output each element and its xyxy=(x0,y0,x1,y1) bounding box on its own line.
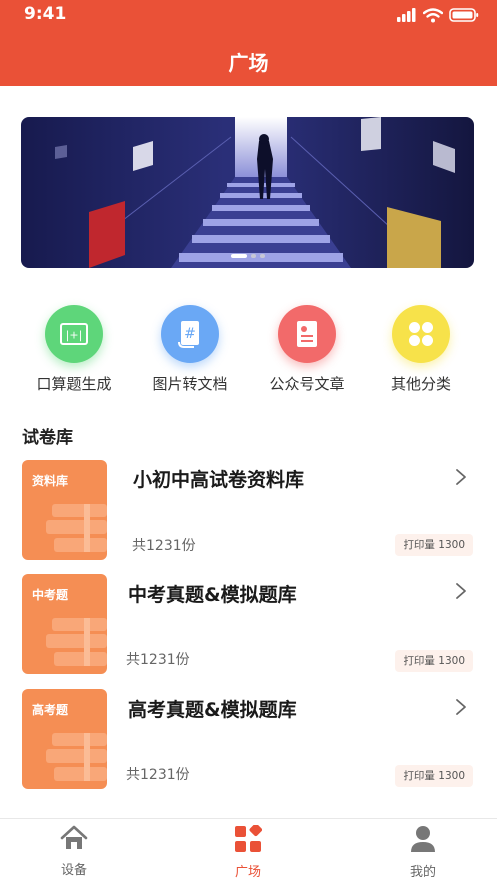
svg-text:|+|: |+| xyxy=(66,329,83,342)
cover-label: 高考题 xyxy=(32,703,69,717)
square-grid-icon xyxy=(235,823,263,852)
action-label: 图片转文档 xyxy=(152,375,228,393)
paper-card[interactable]: 资料库 小初中高试卷资料库 共1231份 打印量 1300 xyxy=(0,460,497,562)
print-badge: 打印量 1300 xyxy=(395,650,473,672)
wifi-icon xyxy=(423,7,443,22)
status-time: 9:41 xyxy=(24,4,67,24)
grid-icon xyxy=(392,305,450,363)
tab-device[interactable]: 设备 xyxy=(29,825,119,878)
document-icon: # xyxy=(161,305,219,363)
paper-count: 共1231份 xyxy=(126,767,190,783)
tab-mine[interactable]: 我的 xyxy=(378,825,468,880)
paper-count: 共1231份 xyxy=(126,652,190,668)
paper-cover: 资料库 xyxy=(22,460,107,560)
carousel-dot[interactable] xyxy=(250,254,256,258)
paper-title: 小初中高试卷资料库 xyxy=(133,469,305,491)
paper-count: 共1231份 xyxy=(132,538,196,554)
paper-cover: 中考题 xyxy=(22,574,107,674)
action-label: 口算题生成 xyxy=(36,375,112,393)
chevron-right-icon[interactable] xyxy=(453,468,469,486)
action-other[interactable]: 其他分类 xyxy=(366,305,476,394)
tab-bar: 设备 广场 我的 xyxy=(0,818,497,884)
calculator-icon: |+| xyxy=(45,305,103,363)
signal-icon xyxy=(397,8,416,22)
status-icons xyxy=(397,7,479,23)
battery-icon xyxy=(449,8,479,22)
action-label: 公众号文章 xyxy=(269,375,345,393)
section-title: 试卷库 xyxy=(22,428,73,448)
user-icon xyxy=(411,826,435,852)
carousel-dots xyxy=(21,254,474,258)
article-icon xyxy=(278,305,336,363)
home-icon xyxy=(60,825,88,849)
print-badge: 打印量 1300 xyxy=(395,765,473,787)
action-image-to-doc[interactable]: # 图片转文档 xyxy=(135,305,245,394)
carousel-dot[interactable] xyxy=(230,254,247,258)
cover-label: 资料库 xyxy=(32,474,69,488)
paper-title: 高考真题&模拟题库 xyxy=(128,699,297,721)
tab-label: 广场 xyxy=(234,865,261,880)
action-calculation[interactable]: |+| 口算题生成 xyxy=(19,305,129,394)
paper-card[interactable]: 中考题 中考真题&模拟题库 共1231份 打印量 1300 xyxy=(0,574,497,676)
action-article[interactable]: 公众号文章 xyxy=(252,305,362,394)
chevron-right-icon[interactable] xyxy=(453,698,469,716)
action-label: 其他分类 xyxy=(390,375,451,393)
tab-label: 我的 xyxy=(409,865,436,880)
print-badge: 打印量 1300 xyxy=(395,534,473,556)
cover-label: 中考题 xyxy=(32,588,69,602)
banner-carousel[interactable] xyxy=(21,117,474,268)
chevron-right-icon[interactable] xyxy=(453,582,469,600)
page-title: 广场 xyxy=(228,51,269,75)
paper-cover: 高考题 xyxy=(22,689,107,789)
paper-card[interactable]: 高考题 高考真题&模拟题库 共1231份 打印量 1300 xyxy=(0,689,497,791)
svg-text:#: # xyxy=(184,326,196,342)
paper-title: 中考真题&模拟题库 xyxy=(128,584,297,606)
tab-label: 设备 xyxy=(60,863,87,878)
banner-image xyxy=(21,117,474,268)
quick-actions: |+| 口算题生成 # 图片转文档 公众号文章 其他分类 xyxy=(0,305,497,395)
carousel-dot[interactable] xyxy=(259,254,265,258)
tab-square[interactable]: 广场 xyxy=(203,823,293,880)
header: 9:41 广场 xyxy=(0,0,497,86)
